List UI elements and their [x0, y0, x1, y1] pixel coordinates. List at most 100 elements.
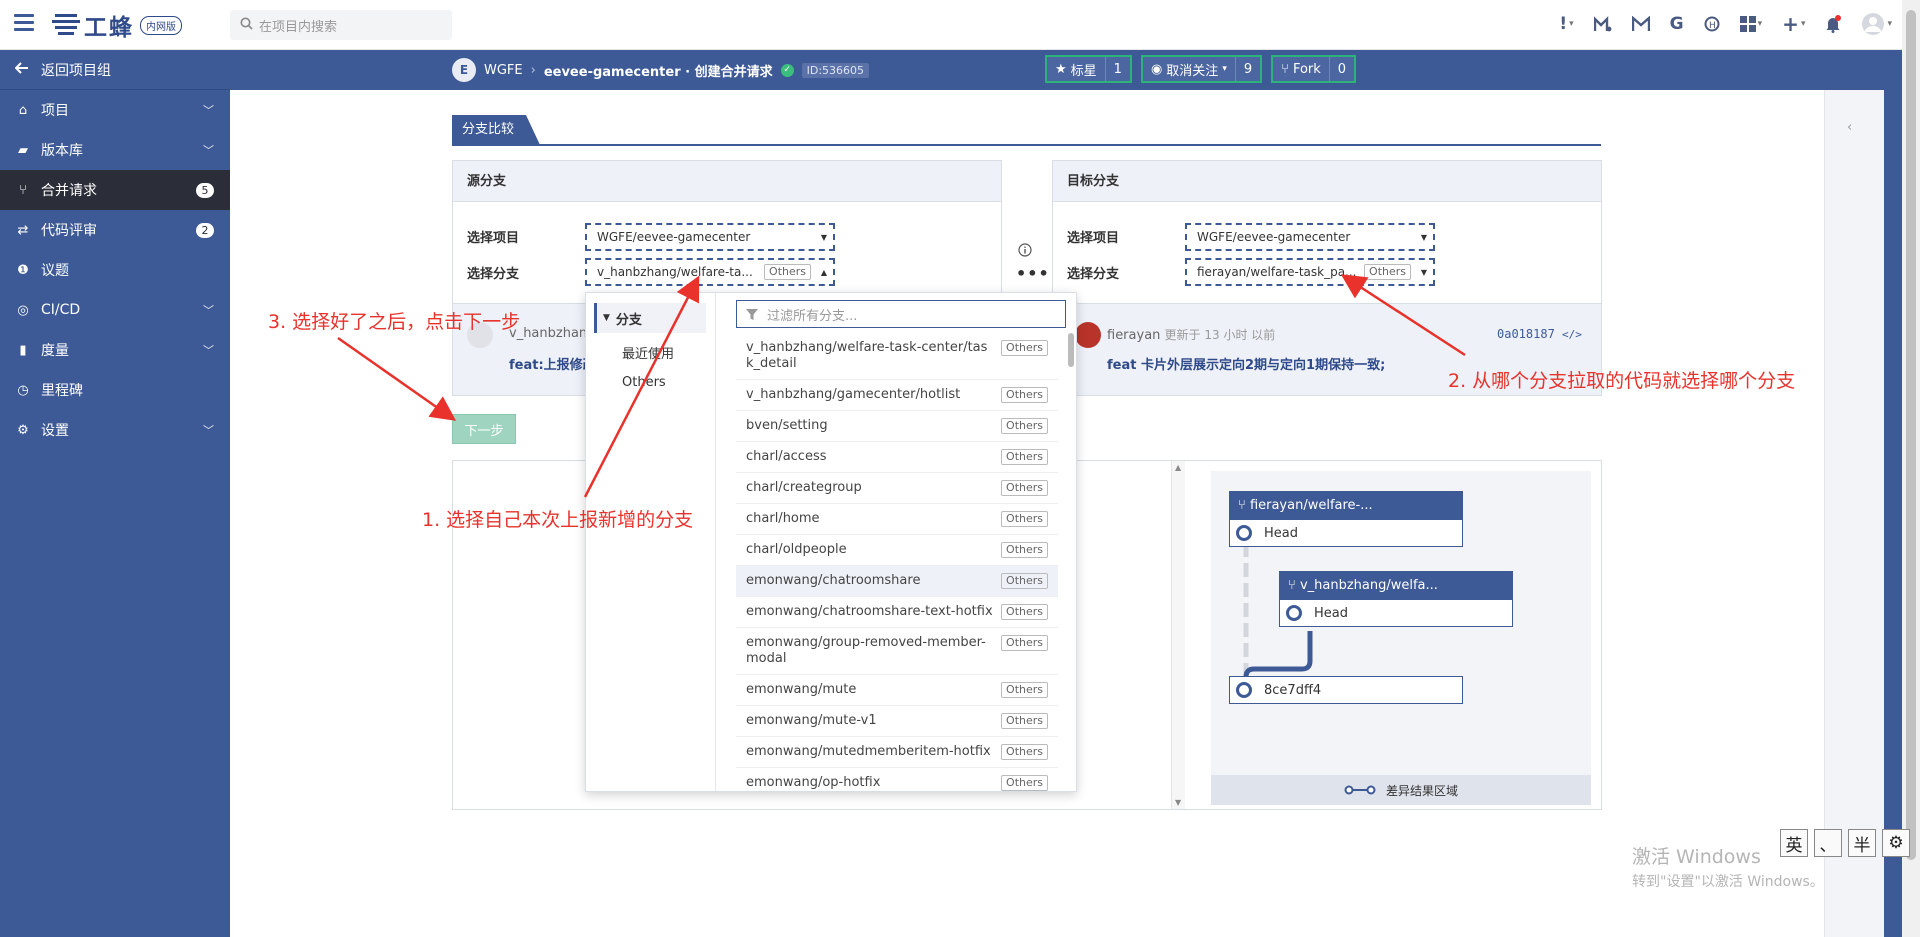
branch-option[interactable]: emonwang/group-removed-member-modal Other…: [736, 628, 1058, 675]
source-branch-node[interactable]: ⑂ v_hanbzhang/welfa... Head: [1279, 571, 1513, 627]
mail-icon[interactable]: [1631, 16, 1650, 32]
target-branch-select[interactable]: fierayan/welfare-task_pa... Others ▼: [1185, 258, 1435, 286]
sidebar-item-label: CI/CD: [41, 302, 81, 318]
branch-option-name: emonwang/group-removed-member-modal: [746, 635, 986, 666]
g-icon[interactable]: G: [1670, 14, 1684, 34]
ime-settings-icon[interactable]: ⚙: [1882, 829, 1910, 857]
info-icon[interactable]: [1018, 243, 1032, 261]
logo[interactable]: 工蜂 内网版: [52, 10, 182, 41]
user-avatar-icon[interactable]: ▾: [1861, 12, 1892, 36]
branch-option[interactable]: emonwang/mute Others: [736, 675, 1058, 706]
commit-hash[interactable]: 0a018187 </>: [1497, 327, 1582, 341]
sidebar-item-label: 度量: [41, 343, 69, 359]
issue-icon: ❶: [17, 262, 29, 278]
star-button[interactable]: ★ 标星 1: [1045, 55, 1132, 83]
search-placeholder: 在项目内搜索: [259, 19, 338, 35]
next-step-button[interactable]: 下一步: [452, 414, 516, 444]
source-project-select[interactable]: WGFE/eevee-gamecenter ▼: [585, 223, 835, 251]
branch-tag: Others: [1001, 635, 1048, 651]
branch-tag: Others: [1001, 573, 1048, 589]
settings-icon: ⚙: [17, 422, 29, 438]
dropdown-scrollbar-thumb[interactable]: [1068, 333, 1074, 367]
menu-icon[interactable]: [14, 14, 34, 32]
branch-option[interactable]: emonwang/op-hotfix Others: [736, 768, 1058, 791]
count-badge: 2: [196, 222, 214, 238]
branch-list: v_hanbzhang/welfare-task-center/task_det…: [736, 333, 1058, 791]
commit-message[interactable]: feat:上报修改: [509, 354, 596, 373]
count-badge: 5: [196, 182, 214, 198]
branch-option[interactable]: emonwang/mutedmemberitem-hotfix Others: [736, 737, 1058, 768]
sidebar-item-merge-requests[interactable]: ⑂ 合并请求 5: [0, 170, 230, 210]
commit-author-name[interactable]: fierayan: [1107, 328, 1160, 343]
sidebar-item-project[interactable]: ⌂ 项目 ﹀: [0, 90, 230, 130]
sidebar-item-cicd[interactable]: ◎ CI/CD ﹀: [0, 290, 230, 330]
help-icon[interactable]: H: [1704, 16, 1720, 32]
category-others[interactable]: Others: [622, 375, 666, 390]
home-icon: ⌂: [18, 102, 28, 118]
branch-option[interactable]: emonwang/chatroomshare-text-hotfix Others: [736, 597, 1058, 628]
sidebar-item-metrics[interactable]: ▮ 度量 ﹀: [0, 330, 230, 370]
sidebar-item-settings[interactable]: ⚙ 设置 ﹀: [0, 410, 230, 450]
ime-width-button[interactable]: 半: [1848, 829, 1876, 857]
sidebar-item-issues[interactable]: ❶ 议题: [0, 250, 230, 290]
project-avatar[interactable]: E: [452, 58, 476, 82]
target-project-select[interactable]: WGFE/eevee-gamecenter ▼: [1185, 223, 1435, 251]
bell-icon[interactable]: [1825, 15, 1842, 33]
branch-option[interactable]: emonwang/mute-v1 Others: [736, 706, 1058, 737]
ime-language-button[interactable]: 英: [1780, 829, 1808, 857]
branch-option[interactable]: charl/home Others: [736, 504, 1058, 535]
branch-option[interactable]: charl/access Others: [736, 442, 1058, 473]
fork-button[interactable]: ⑂ Fork 0: [1271, 55, 1357, 83]
code-icon: </>: [1562, 328, 1582, 341]
back-to-group-link[interactable]: 返回项目组: [0, 50, 230, 90]
sidebar-item-repo[interactable]: ▰ 版本库 ﹀: [0, 130, 230, 170]
branch-option-name: bven/setting: [746, 418, 828, 433]
category-branches[interactable]: ▼ 分支: [594, 303, 706, 333]
branch-option-name: charl/access: [746, 449, 827, 464]
branch-option[interactable]: charl/creategroup Others: [736, 473, 1058, 504]
section-tab: 分支比较: [452, 115, 541, 145]
branch-option[interactable]: charl/oldpeople Others: [736, 535, 1058, 566]
target-branch-value: fierayan/welfare-task_pa...: [1197, 265, 1357, 279]
scroll-down-icon[interactable]: ▼: [1175, 798, 1181, 807]
plus-icon[interactable]: + ▾: [1782, 12, 1805, 36]
commit-author[interactable]: v_hanbzhang: [509, 326, 595, 341]
commit-line-icon: [1344, 785, 1376, 795]
sidebar: 返回项目组 ⌂ 项目 ﹀ ▰ 版本库 ﹀ ⑂ 合并请求 5 ⇄ 代码评审 2 ❶…: [0, 50, 230, 937]
scrollbar-thumb[interactable]: [1906, 10, 1916, 860]
sidebar-item-code-review[interactable]: ⇄ 代码评审 2: [0, 210, 230, 250]
branch-option[interactable]: emonwang/chatroomshare Others: [736, 566, 1058, 597]
branch-tag: Others: [764, 264, 811, 280]
source-branch-node-title: ⑂ v_hanbzhang/welfa...: [1280, 572, 1512, 600]
back-label: 返回项目组: [41, 62, 111, 79]
ime-punctuation-button[interactable]: 、: [1814, 829, 1842, 857]
scroll-up-icon[interactable]: ▲: [1175, 463, 1181, 472]
breadcrumb-group[interactable]: WGFE: [484, 63, 523, 78]
branch-option[interactable]: v_hanbzhang/welfare-task-center/task_det…: [736, 333, 1058, 380]
graph-target-branch: fierayan/welfare-...: [1249, 498, 1373, 513]
chevron-left-icon[interactable]: ‹: [1847, 120, 1852, 135]
compare-scrollbar[interactable]: ▲ ▼: [1171, 461, 1185, 809]
source-branch-select[interactable]: v_hanbzhang/welfare-ta... Others ▲: [585, 258, 835, 286]
target-branch-node[interactable]: ⑂ fierayan/welfare-... Head: [1229, 491, 1463, 547]
watch-button[interactable]: ◉ 取消关注 ▾ 9: [1140, 55, 1263, 83]
verified-icon: ✓: [780, 63, 794, 77]
sidebar-item-label: 代码评审: [41, 223, 97, 239]
merge-icon[interactable]: [1593, 16, 1612, 32]
more-icon[interactable]: •••: [1016, 264, 1050, 283]
diff-result-label: 差异结果区域: [1385, 783, 1458, 798]
branch-filter-input[interactable]: 过滤所有分支...: [736, 300, 1066, 328]
tab-branch-compare[interactable]: 分支比较: [452, 115, 541, 145]
search-input[interactable]: 在项目内搜索: [230, 10, 452, 40]
base-commit-hash: 8ce7dff4: [1264, 682, 1322, 698]
apps-icon[interactable]: ▾: [1739, 16, 1762, 32]
branch-option[interactable]: v_hanbzhang/gamecenter/hotlist Others: [736, 380, 1058, 411]
category-recent[interactable]: 最近使用: [622, 343, 674, 362]
dropdown-scrollbar[interactable]: [1068, 333, 1076, 791]
branch-option[interactable]: bven/setting Others: [736, 411, 1058, 442]
sidebar-item-milestones[interactable]: ◷ 里程碑: [0, 370, 230, 410]
sidebar-item-label: 项目: [41, 103, 69, 119]
commit-message[interactable]: feat 卡片外层展示定向2期与定向1期保持一致;: [1107, 354, 1385, 373]
alert-icon[interactable]: ! ▾: [1559, 14, 1573, 34]
base-commit-node[interactable]: 8ce7dff4: [1229, 676, 1463, 704]
